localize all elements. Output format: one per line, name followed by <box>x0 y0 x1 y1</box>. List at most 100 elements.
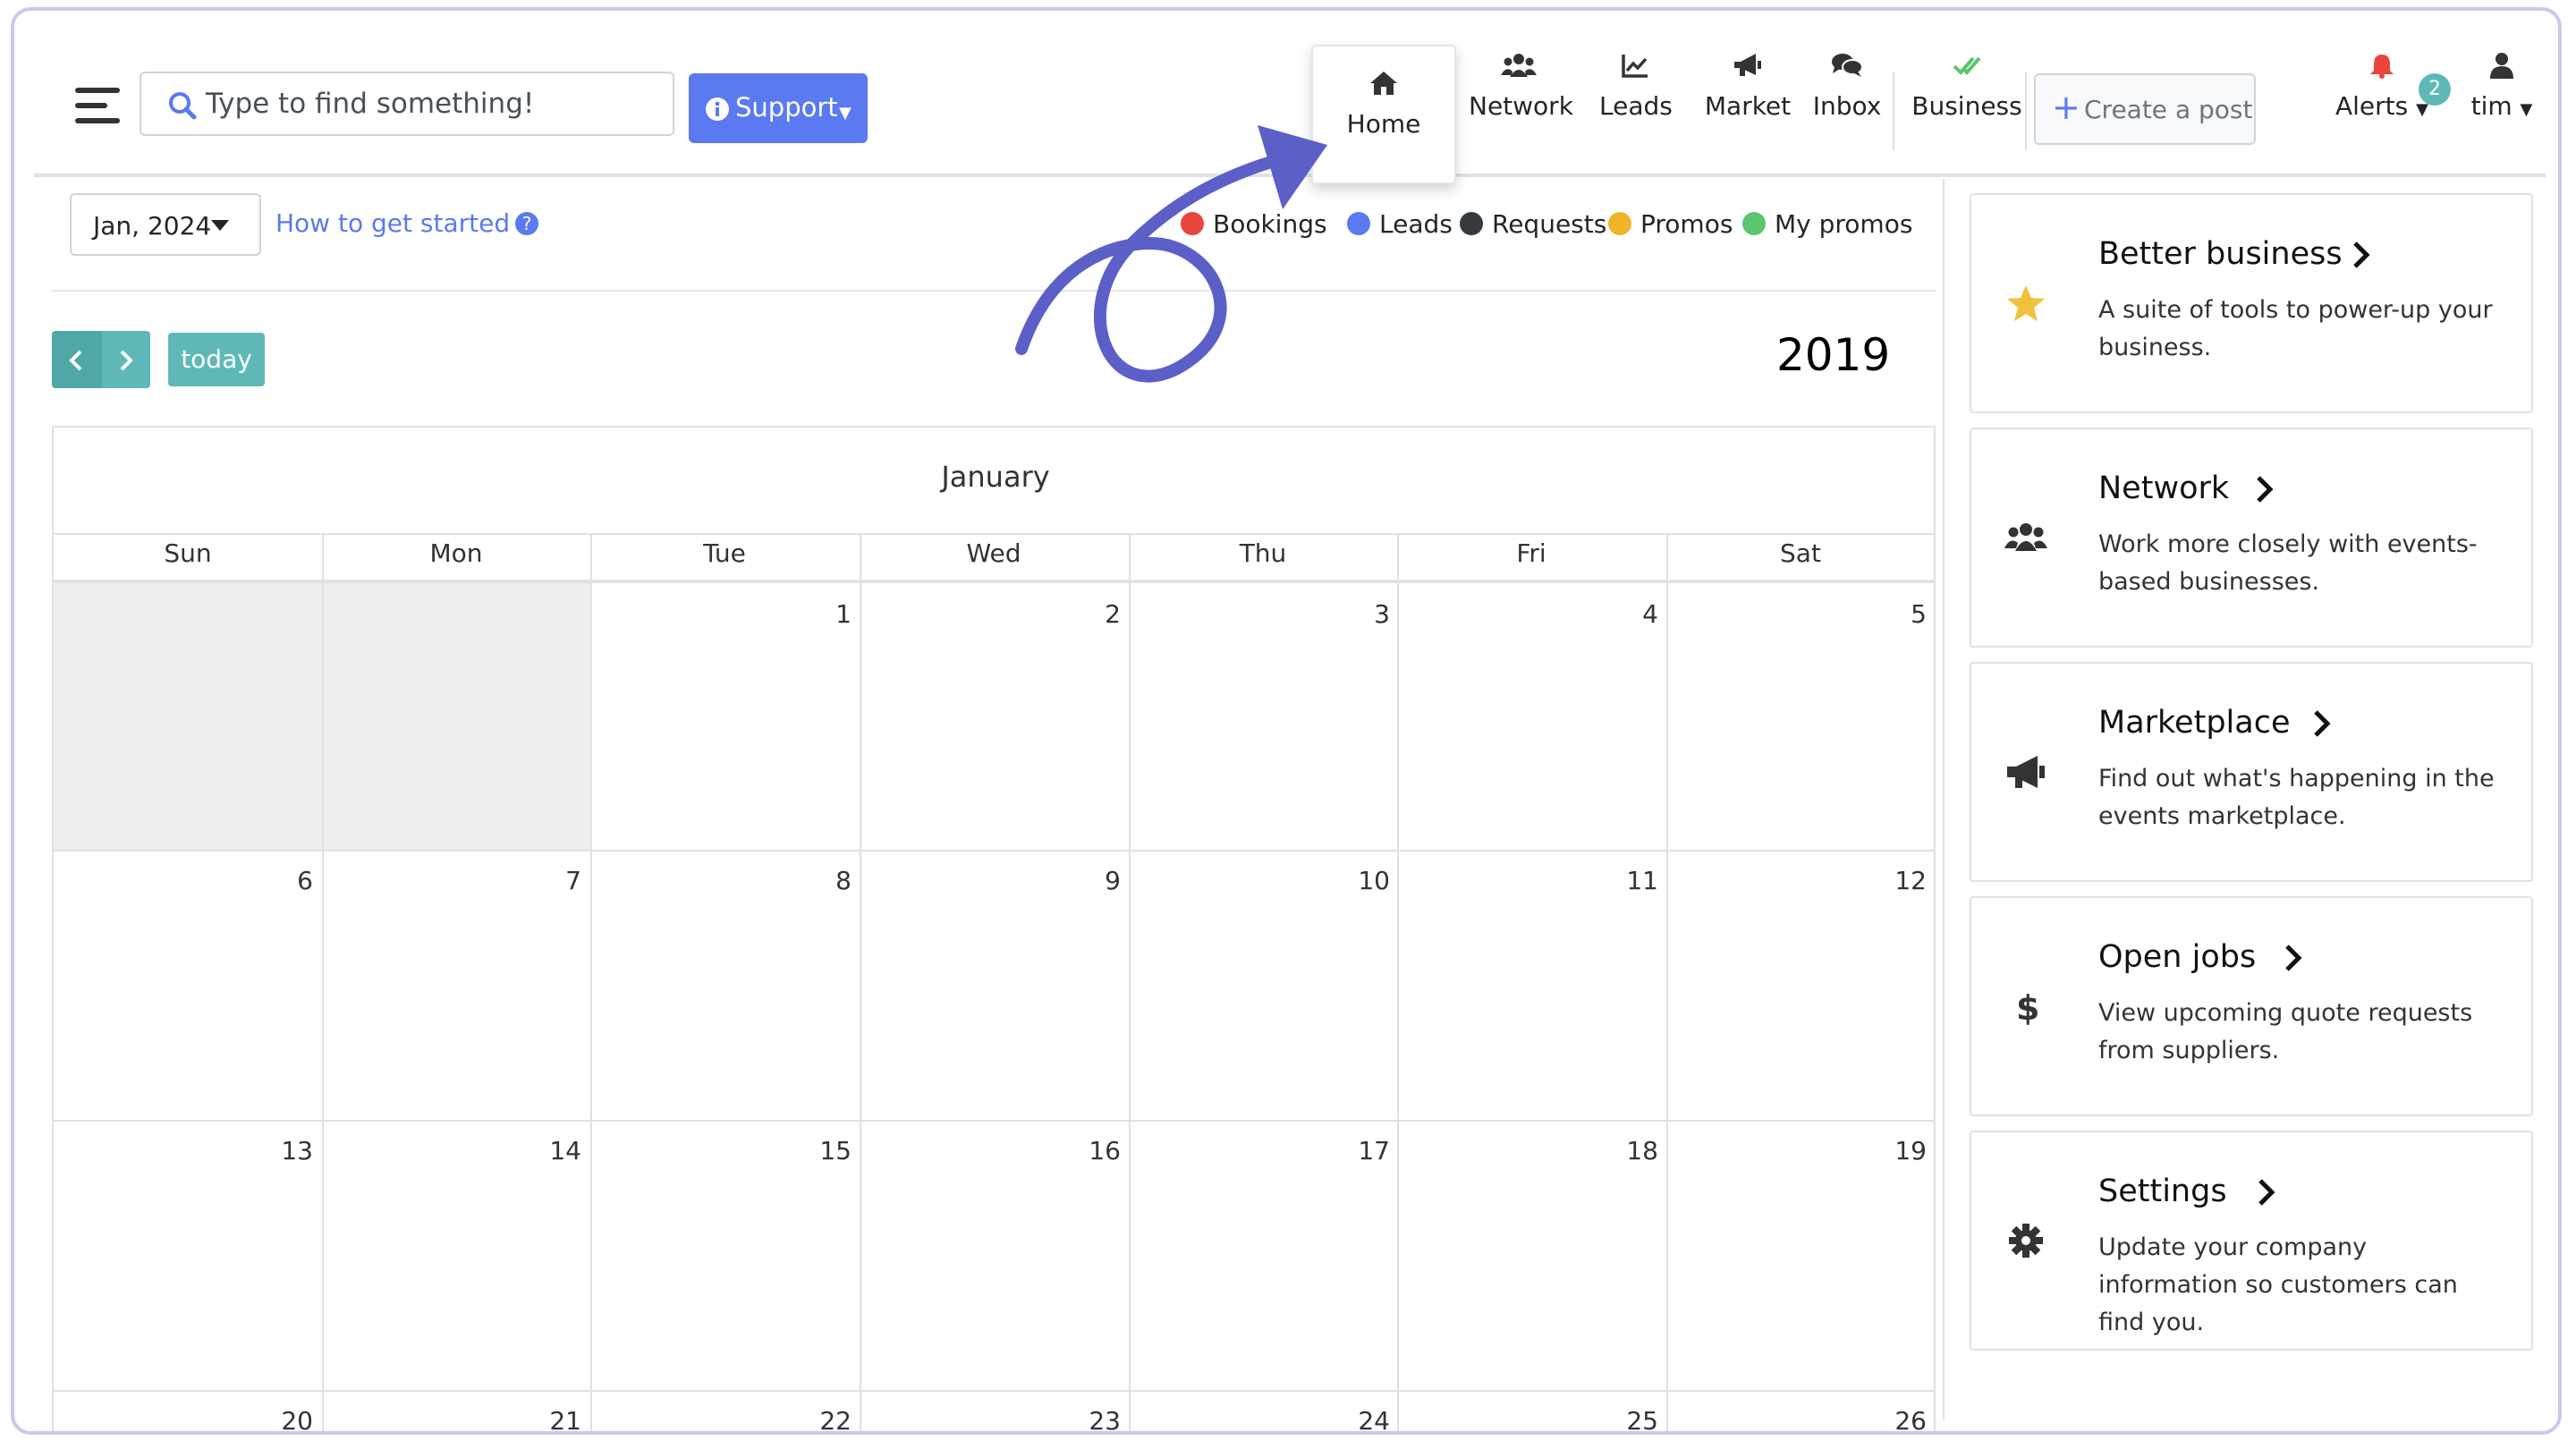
gear-icon <box>2009 1224 2043 1258</box>
legend-promos[interactable]: Promos <box>1608 209 1733 239</box>
nav-business-label: Business <box>1911 91 2022 121</box>
chevron-down-icon: ▼ <box>839 104 852 123</box>
month-selector[interactable]: Jan, 2024 <box>70 193 261 256</box>
day-cell[interactable]: 10 <box>1140 866 1390 895</box>
search-input[interactable]: Type to find something! <box>140 72 674 136</box>
card-network[interactable]: Network Work more closely with events-ba… <box>1970 428 2533 648</box>
support-button[interactable]: Support ▼ <box>689 73 868 143</box>
day-cell[interactable]: 12 <box>1676 866 1927 895</box>
card-better-business[interactable]: Better business A suite of tools to powe… <box>1970 193 2533 413</box>
nav-leads[interactable]: Leads <box>1599 52 1673 159</box>
day-cell[interactable]: 26 <box>1676 1406 1927 1431</box>
card-description: A suite of tools to power-up your busine… <box>2098 296 2493 361</box>
day-cell[interactable]: 13 <box>63 1136 313 1165</box>
user-menu[interactable]: tim ▼ <box>2463 52 2540 159</box>
day-cell[interactable]: 6 <box>63 866 313 895</box>
day-cell[interactable]: 3 <box>1140 599 1390 629</box>
alerts-count-badge: 2 <box>2419 73 2451 106</box>
day-cell[interactable]: 20 <box>63 1406 313 1431</box>
megaphone-icon <box>1734 54 1761 76</box>
users-icon <box>1501 54 1537 77</box>
legend-dot <box>1608 212 1631 235</box>
day-cell[interactable]: 16 <box>870 1136 1121 1165</box>
day-cell[interactable]: 14 <box>331 1136 581 1165</box>
day-cell[interactable]: 4 <box>1408 599 1658 629</box>
day-cell[interactable]: 17 <box>1140 1136 1390 1165</box>
day-cell[interactable]: 19 <box>1676 1136 1927 1165</box>
chevron-right-icon <box>2285 945 2302 971</box>
user-icon <box>2490 53 2513 79</box>
day-cell[interactable]: 24 <box>1140 1406 1390 1431</box>
chevron-right-icon <box>2257 476 2274 503</box>
nav-business[interactable]: Business <box>1911 52 2023 159</box>
day-cell[interactable]: 21 <box>331 1406 581 1431</box>
card-title: Better business <box>2098 236 2343 272</box>
megaphone-icon <box>2007 756 2045 788</box>
legend-dot <box>1460 212 1483 235</box>
legend-requests[interactable]: Requests <box>1460 209 1606 239</box>
month-title: January <box>941 460 1050 494</box>
app-window: Type to find something! Support ▼ Home N… <box>11 7 2562 1435</box>
weekday-header: Thu <box>1239 538 1287 568</box>
prev-month-button[interactable] <box>59 345 95 376</box>
day-cell[interactable]: 22 <box>601 1406 852 1431</box>
day-cell[interactable]: 23 <box>870 1406 1121 1431</box>
search-placeholder: Type to find something! <box>206 88 535 120</box>
nav-inbox-label: Inbox <box>1812 91 1882 121</box>
card-title: Settings <box>2098 1174 2227 1209</box>
day-cell[interactable]: 7 <box>331 866 581 895</box>
weekday-header: Sat <box>1780 538 1821 568</box>
legend-my-promos[interactable]: My promos <box>1742 209 1912 239</box>
nav-alerts[interactable]: Alerts ▼ <box>2324 52 2440 159</box>
day-cell[interactable]: 1 <box>601 599 852 629</box>
day-cell[interactable]: 2 <box>870 599 1121 629</box>
nav-inbox[interactable]: Inbox <box>1807 52 1887 159</box>
next-month-button[interactable] <box>107 345 143 376</box>
day-cell[interactable]: 5 <box>1676 599 1927 629</box>
day-cell[interactable]: 15 <box>601 1136 852 1165</box>
card-marketplace[interactable]: Marketplace Find out what's happening in… <box>1970 662 2533 882</box>
star-icon <box>2007 285 2045 321</box>
sidebar-divider <box>1943 179 1945 1420</box>
legend-leads[interactable]: Leads <box>1347 209 1453 239</box>
card-description: View upcoming quote requests from suppli… <box>2098 999 2473 1064</box>
card-description: Work more closely with events-based busi… <box>2098 530 2478 596</box>
chart-line-icon <box>1622 55 1648 78</box>
card-open-jobs[interactable]: $ Open jobs View upcoming quote requests… <box>1970 896 2533 1116</box>
weekday-header: Mon <box>429 538 483 568</box>
menu-icon[interactable] <box>75 88 120 123</box>
how-to-label: How to get started <box>275 208 511 238</box>
nav-market[interactable]: Market <box>1703 52 1792 159</box>
card-settings[interactable]: Settings Update your company information… <box>1970 1131 2533 1351</box>
nav-network-label: Network <box>1469 91 1573 121</box>
day-cell[interactable]: 18 <box>1408 1136 1658 1165</box>
card-title: Network <box>2098 470 2230 506</box>
nav-network[interactable]: Network <box>1469 52 1573 159</box>
legend-dot <box>1742 212 1766 235</box>
day-cell[interactable]: 9 <box>870 866 1121 895</box>
create-post-button[interactable]: + Create a post <box>2034 73 2256 145</box>
svg-text:$: $ <box>2016 988 2039 1028</box>
day-cell[interactable]: 11 <box>1408 866 1658 895</box>
legend-label: Promos <box>1640 209 1733 239</box>
day-cell[interactable]: 8 <box>601 866 852 895</box>
weekday-header: Tue <box>703 538 746 568</box>
chevron-right-icon <box>2258 1179 2275 1206</box>
how-to-get-started-link[interactable]: How to get started? <box>275 208 539 238</box>
calendar-year: 2019 <box>1776 329 1891 381</box>
legend-label: Requests <box>1492 209 1607 239</box>
search-icon <box>169 92 197 120</box>
weekday-header: Wed <box>966 538 1021 568</box>
home-icon <box>1370 72 1397 95</box>
weekday-header: Sun <box>164 538 212 568</box>
dollar-icon: $ <box>2016 988 2039 1028</box>
users-icon <box>2004 523 2047 551</box>
create-post-label: Create a post <box>2084 95 2253 124</box>
caret-down-icon <box>211 220 229 231</box>
today-button[interactable]: today <box>168 333 265 386</box>
annotation-arrow-icon <box>1015 125 1327 383</box>
day-cell[interactable]: 25 <box>1408 1406 1658 1431</box>
chevron-right-icon <box>2314 710 2331 737</box>
comments-icon <box>1832 54 1863 77</box>
nav-divider <box>2025 72 2027 150</box>
